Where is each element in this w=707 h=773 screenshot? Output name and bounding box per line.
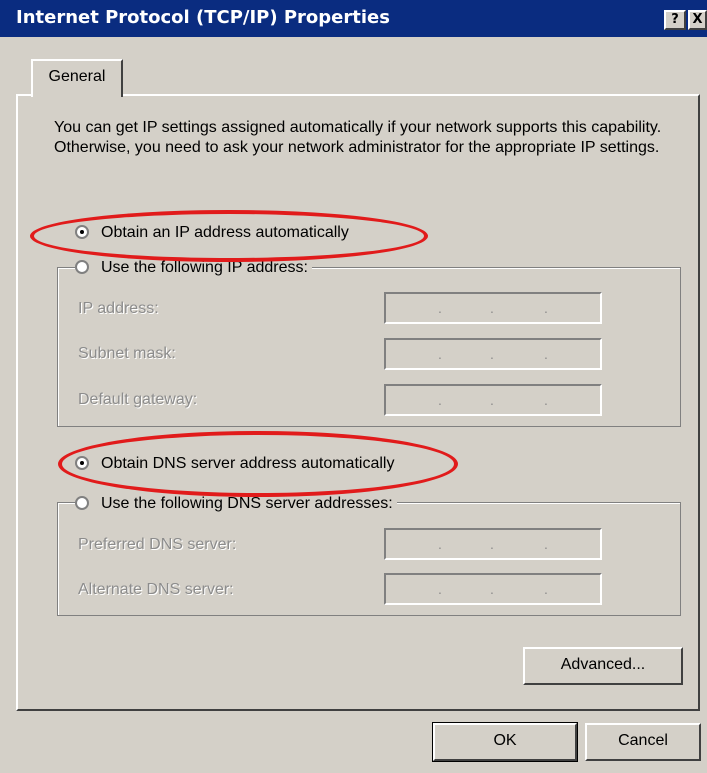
default-gateway-label: Default gateway:	[78, 391, 198, 408]
ok-button[interactable]: OK	[432, 722, 578, 762]
ip-address-label: IP address:	[78, 300, 159, 317]
radio-unchecked-icon	[75, 260, 89, 274]
use-following-ip-label: Use the following IP address:	[101, 259, 308, 276]
obtain-ip-auto-radio[interactable]: Obtain an IP address automatically	[75, 223, 349, 243]
radio-checked-icon	[75, 456, 89, 470]
cancel-button[interactable]: Cancel	[585, 723, 701, 761]
close-button[interactable]: X	[688, 10, 707, 30]
obtain-dns-auto-radio[interactable]: Obtain DNS server address automatically	[75, 454, 394, 474]
window-title: Internet Protocol (TCP/IP) Properties	[16, 7, 390, 28]
advanced-button[interactable]: Advanced...	[523, 647, 683, 685]
radio-checked-icon	[75, 225, 89, 239]
use-following-ip-radio[interactable]: Use the following IP address:	[75, 258, 312, 278]
alternate-dns-label: Alternate DNS server:	[78, 581, 234, 598]
subnet-mask-field[interactable]: ...	[384, 338, 602, 370]
obtain-dns-auto-label: Obtain DNS server address automatically	[101, 455, 395, 472]
subnet-mask-label: Subnet mask:	[78, 345, 176, 362]
intro-text: You can get IP settings assigned automat…	[54, 119, 662, 156]
radio-unchecked-icon	[75, 496, 89, 510]
title-bar: Internet Protocol (TCP/IP) Properties ? …	[0, 0, 707, 37]
use-following-dns-label: Use the following DNS server addresses:	[101, 495, 393, 512]
default-gateway-field[interactable]: ...	[384, 384, 602, 416]
use-following-dns-radio[interactable]: Use the following DNS server addresses:	[75, 494, 397, 514]
ip-address-field[interactable]: ...	[384, 292, 602, 324]
tab-general[interactable]: General	[31, 59, 123, 97]
alternate-dns-field[interactable]: ...	[384, 573, 602, 605]
obtain-ip-auto-label: Obtain an IP address automatically	[101, 224, 349, 241]
help-button[interactable]: ?	[664, 10, 686, 30]
preferred-dns-field[interactable]: ...	[384, 528, 602, 560]
preferred-dns-label: Preferred DNS server:	[78, 536, 237, 553]
